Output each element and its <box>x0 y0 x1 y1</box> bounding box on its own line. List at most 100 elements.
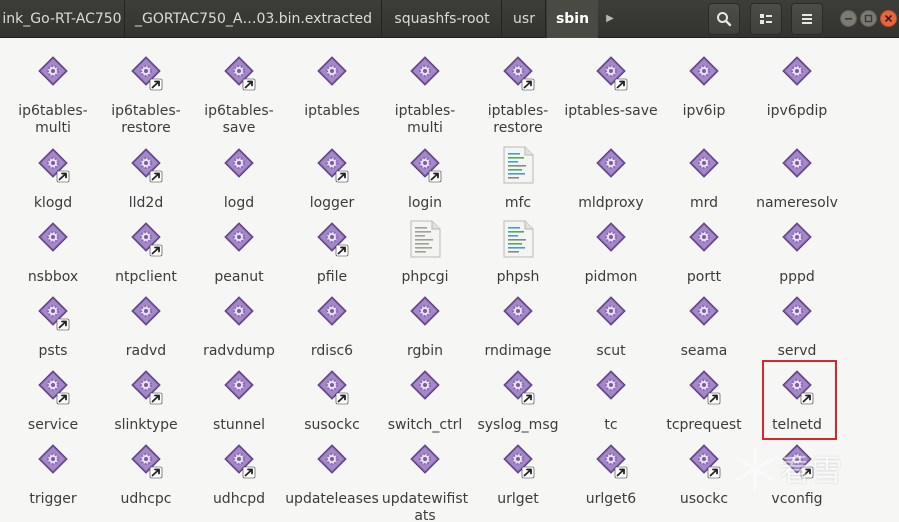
file-name-label: ip6tables-multi <box>18 103 88 136</box>
file-name-label: logger <box>309 195 355 211</box>
file-name-label: syslog_msg <box>477 417 559 433</box>
breadcrumb-usr[interactable]: usr <box>503 0 546 38</box>
executable-icon <box>593 367 629 407</box>
executable-link-icon <box>314 219 350 259</box>
file-name-label: pppd <box>779 269 815 285</box>
breadcrumb-ink-go-rt-ac750[interactable]: ink_Go-RT-AC750 <box>0 0 125 38</box>
file-name-label: iptables-save <box>564 103 658 119</box>
file-name-label: pidmon <box>584 269 638 285</box>
file-name-label: iptables-multi <box>394 103 456 136</box>
file-name-label: ip6tables-save <box>204 103 274 136</box>
executable-icon <box>407 367 443 407</box>
file-name-label: ip6tables-restore <box>111 103 181 136</box>
file-name-label: iptables <box>304 103 360 119</box>
file-name-label: trigger <box>29 491 77 507</box>
text-file-icon <box>407 219 443 259</box>
watermark-logo: 看雪 <box>728 440 878 496</box>
executable-icon <box>221 145 257 185</box>
executable-icon <box>221 367 257 407</box>
file-name-label: phpsh <box>496 269 540 285</box>
close-icon <box>884 14 893 23</box>
snowflake-icon <box>736 447 774 491</box>
file-name-label: klogd <box>33 195 73 211</box>
executable-icon <box>686 293 722 333</box>
file-name-label: rgbin <box>406 343 444 359</box>
executable-icon <box>35 53 71 93</box>
executable-link-icon <box>128 367 164 407</box>
file-name-label: seama <box>680 343 728 359</box>
file-name-label: peanut <box>214 269 264 285</box>
executable-link-icon <box>686 441 722 481</box>
executable-icon <box>221 293 257 333</box>
file-name-label: urlget <box>497 491 539 507</box>
executable-link-icon <box>128 441 164 481</box>
executable-icon <box>407 293 443 333</box>
executable-link-icon <box>686 367 722 407</box>
file-name-label: susockc <box>304 417 360 433</box>
executable-icon <box>35 219 71 259</box>
maximize-button[interactable] <box>860 10 877 27</box>
file-name-label: tc <box>604 417 618 433</box>
file-name-label: ipv6ip <box>682 103 726 119</box>
file-name-label: updatewifistats <box>381 491 469 522</box>
executable-icon <box>686 219 722 259</box>
executable-icon <box>779 293 815 333</box>
file-name-label: scut <box>596 343 626 359</box>
file-name-label: rdisc6 <box>310 343 354 359</box>
executable-icon <box>128 293 164 333</box>
executable-link-icon <box>128 219 164 259</box>
executable-link-icon <box>35 145 71 185</box>
file-name-label: lld2d <box>128 195 164 211</box>
breadcrumb-scroll-right-icon[interactable]: ▶ <box>598 0 622 38</box>
executable-icon <box>593 293 629 333</box>
executable-link-icon <box>500 441 536 481</box>
script-file-icon <box>500 145 536 185</box>
file-name-label: rndimage <box>484 343 552 359</box>
executable-link-icon <box>500 53 536 93</box>
file-name-label: tcprequest <box>666 417 742 433</box>
breadcrumb-sbin[interactable]: sbin <box>547 0 598 38</box>
file-name-label: radvd <box>125 343 167 359</box>
search-button[interactable] <box>708 3 740 35</box>
file-name-label: nsbbox <box>27 269 79 285</box>
executable-icon <box>593 145 629 185</box>
executable-link-icon <box>407 145 443 185</box>
file-name-label: updateleases <box>285 491 379 507</box>
minimize-icon <box>845 18 852 20</box>
file-name-label: radvdump <box>203 343 275 359</box>
file-name-label: phpcgi <box>401 269 449 285</box>
executable-link-icon <box>128 145 164 185</box>
menu-button[interactable] <box>791 3 823 35</box>
file-name-label: mfc <box>504 195 532 211</box>
hamburger-menu-icon <box>802 14 812 24</box>
executable-icon <box>314 441 350 481</box>
minimize-button[interactable] <box>840 10 857 27</box>
path-bar: ink_Go-RT-AC750 _GORTAC750_A…03.bin.extr… <box>0 0 899 38</box>
file-name-label: slinktype <box>114 417 178 433</box>
executable-link-icon <box>314 367 350 407</box>
file-name-label: iptables-restore <box>487 103 549 136</box>
breadcrumb-extracted[interactable]: _GORTAC750_A…03.bin.extracted <box>126 0 382 38</box>
executable-icon <box>35 441 71 481</box>
file-name-label: portt <box>686 269 722 285</box>
watermark-text: 看雪 <box>780 454 844 489</box>
selected-file-highlight <box>762 360 837 440</box>
executable-link-icon <box>128 53 164 93</box>
file-name-label: ipv6pdip <box>766 103 828 119</box>
close-button[interactable] <box>880 10 897 27</box>
file-name-label: udhcpc <box>120 491 172 507</box>
search-icon <box>717 12 732 27</box>
file-name-label: udhcpd <box>212 491 266 507</box>
file-name-label: login <box>407 195 443 211</box>
executable-link-icon <box>221 53 257 93</box>
executable-link-icon <box>593 53 629 93</box>
file-name-label: urlget6 <box>585 491 637 507</box>
file-name-label: switch_ctrl <box>387 417 463 433</box>
view-options-button[interactable] <box>750 3 782 35</box>
executable-icon <box>779 145 815 185</box>
executable-link-icon <box>500 367 536 407</box>
file-name-label: stunnel <box>213 417 265 433</box>
executable-icon <box>407 53 443 93</box>
breadcrumb-squashfs-root[interactable]: squashfs-root <box>383 0 502 38</box>
file-name-label: servd <box>777 343 817 359</box>
